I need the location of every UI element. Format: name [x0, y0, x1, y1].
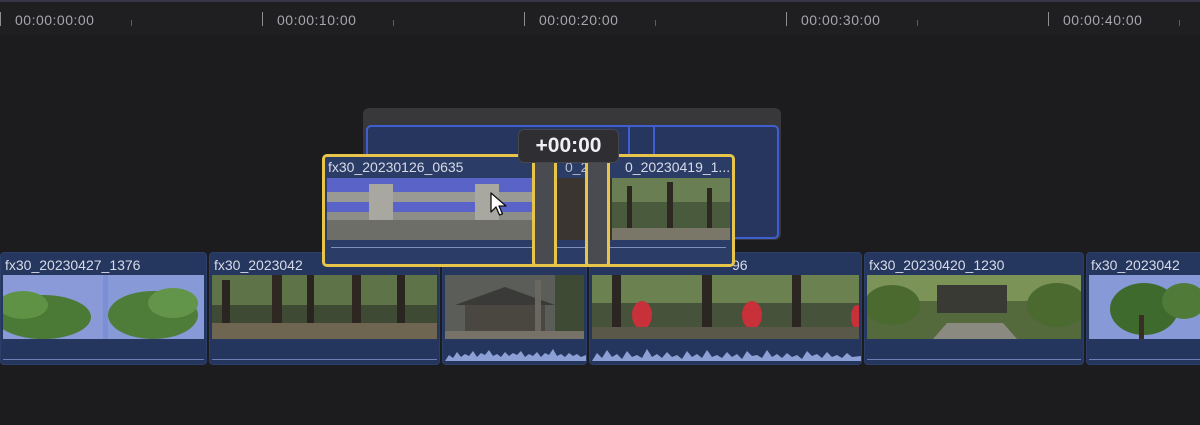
clip-name: fx30_20230427_1376 — [5, 257, 141, 273]
clip-thumbnail-strip — [212, 275, 437, 339]
timecode-offset-indicator: +00:00 — [518, 129, 619, 163]
clip-thumbnail-strip — [592, 275, 859, 339]
timeline-clip[interactable]: fx30_20230420_1230 — [864, 252, 1084, 365]
clip-audio-lane — [1, 341, 206, 364]
timeline-clip[interactable] — [442, 252, 587, 365]
clip-trim-handle[interactable] — [585, 154, 610, 267]
clip-audio-lane — [210, 341, 439, 364]
clip-thumbnail-strip — [867, 275, 1081, 339]
ruler-timecode: 00:00:20:00 — [539, 12, 619, 28]
clip-thumbnail-strip — [445, 275, 584, 339]
timeline-clip[interactable]: 96 — [589, 252, 862, 365]
clip-name: fx30_2023042 — [1091, 257, 1180, 273]
ruler-tick — [786, 12, 787, 26]
arrow-pointer-icon — [490, 192, 507, 216]
ruler-tick — [524, 12, 525, 26]
ruler-minor-tick — [917, 20, 918, 26]
ruler-tick — [262, 12, 263, 26]
clip-name: fx30_20230126_0635 — [328, 159, 464, 175]
ruler-timecode: 00:00:10:00 — [277, 12, 357, 28]
timeline-clip[interactable]: fx30_2023042 — [1086, 252, 1200, 365]
clip-audio-lane — [443, 341, 586, 364]
clip-thumbnail-strip — [3, 275, 204, 339]
clip-name: fx30_2023042 — [214, 257, 303, 273]
ruler-minor-tick — [1179, 20, 1180, 26]
timeline-clip[interactable]: fx30_20230427_1376 — [0, 252, 207, 365]
clip-audio-lane — [865, 341, 1083, 364]
clip-audio-lane — [1087, 341, 1200, 364]
ruler-timecode: 00:00:00:00 — [15, 12, 95, 28]
ruler-tick — [0, 12, 1, 26]
ruler-minor-tick — [393, 20, 394, 26]
ruler-timecode: 00:00:30:00 — [801, 12, 881, 28]
clip-audio-lane — [590, 341, 861, 364]
ruler-minor-tick — [131, 20, 132, 26]
clip-thumbnail-strip — [327, 178, 730, 240]
clip-name-overlap: 0_20230419_1... — [625, 159, 731, 175]
dragged-clip[interactable]: fx30_20230126_0635 0_2 0_20230419_1... — [322, 154, 735, 267]
timeline-clip[interactable]: fx30_2023042 — [209, 252, 440, 365]
clip-trim-handle[interactable] — [532, 154, 557, 267]
clip-audio-line — [331, 247, 726, 248]
ruler-timecode: 00:00:40:00 — [1063, 12, 1143, 28]
ruler-minor-tick — [655, 20, 656, 26]
clip-thumbnail-strip — [1089, 275, 1200, 339]
ruler-tick — [1048, 12, 1049, 26]
clip-name: fx30_20230420_1230 — [869, 257, 1005, 273]
timeline-ruler[interactable]: 00:00:00:00 00:00:10:00 00:00:20:00 00:0… — [0, 0, 1200, 34]
